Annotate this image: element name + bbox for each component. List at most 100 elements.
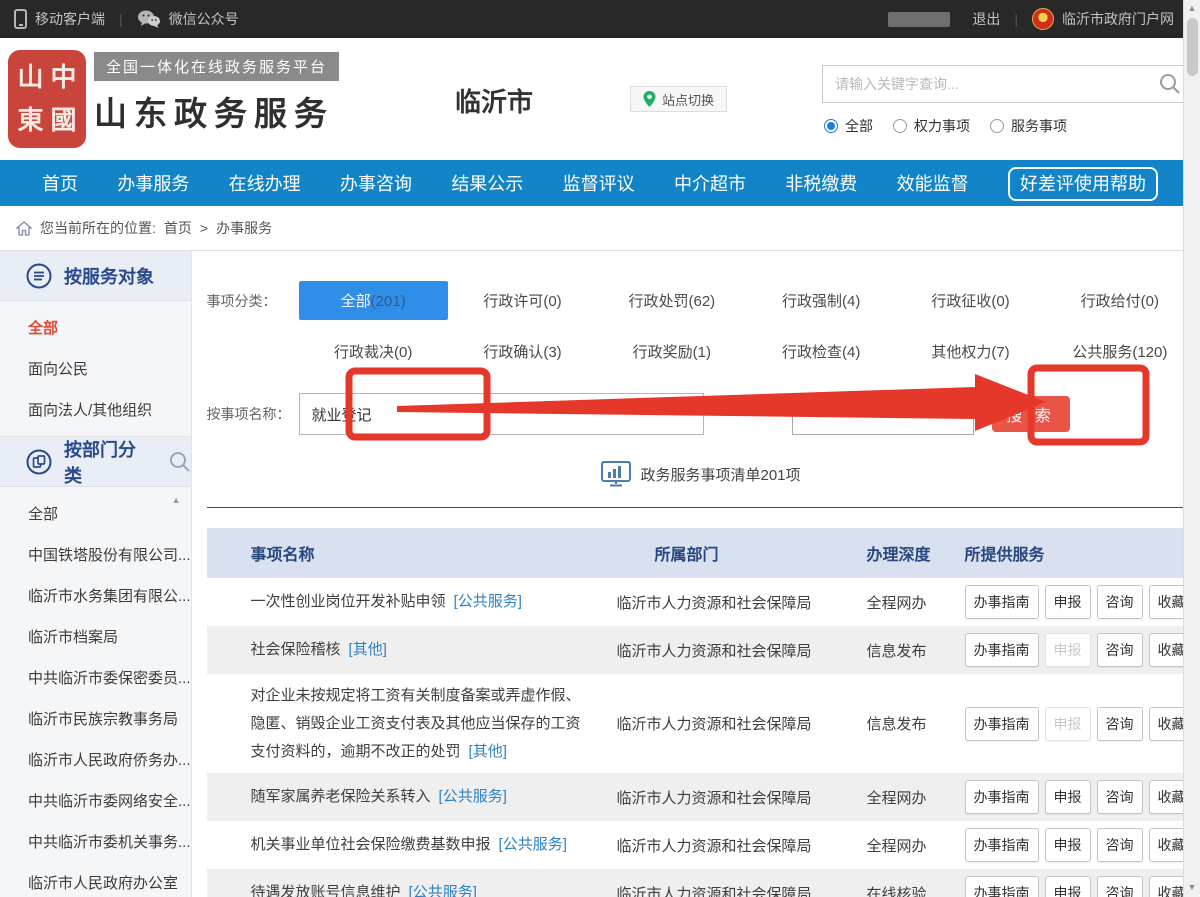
- cell-processing-depth: 信息发布: [867, 640, 965, 661]
- service-button-1[interactable]: 申报: [1045, 585, 1091, 619]
- cell-department: 临沂市人力资源和社会保障局: [615, 592, 867, 613]
- department-item-5[interactable]: 临沂市民族宗教事务局: [0, 698, 191, 739]
- category-tab-9[interactable]: 行政检查(4): [747, 332, 896, 371]
- category-tab-10[interactable]: 其他权力(7): [896, 332, 1045, 371]
- service-button-0[interactable]: 办事指南: [965, 585, 1039, 619]
- item-name-text[interactable]: 随军家属养老保险关系转入: [251, 788, 431, 805]
- department-item-8[interactable]: 中共临沂市委机关事务...: [0, 821, 191, 862]
- scrollbar-thumb[interactable]: [1187, 18, 1198, 76]
- breadcrumb-home[interactable]: 首页: [164, 218, 192, 238]
- item-name-text[interactable]: 对企业未按规定将工资有关制度备案或弄虚作假、隐匿、销毁企业工资支付表及其他应当保…: [251, 687, 581, 760]
- service-target-item-2[interactable]: 面向法人/其他组织: [0, 389, 191, 430]
- radio-label: 全部: [845, 116, 873, 136]
- department-item-1[interactable]: 中国铁塔股份有限公司...: [0, 534, 191, 575]
- list-summary-text: 政务服务事项清单201项: [641, 464, 801, 485]
- service-button-1[interactable]: 申报: [1045, 828, 1091, 862]
- department-search-icon[interactable]: [169, 451, 191, 473]
- mobile-client-link[interactable]: 移动客户端: [14, 9, 105, 29]
- sidebar-header-department[interactable]: 按部门分类: [0, 437, 191, 487]
- nav-item-label: 结果公示: [451, 174, 523, 194]
- category-tab-0[interactable]: 全部(201): [299, 281, 448, 320]
- search-icon[interactable]: [1159, 73, 1181, 95]
- category-tab-8[interactable]: 行政奖励(1): [597, 332, 746, 371]
- service-button-2[interactable]: 咨询: [1097, 585, 1143, 619]
- nav-item-7[interactable]: 非税缴费: [785, 170, 857, 196]
- nav-item-4[interactable]: 结果公示: [451, 170, 523, 196]
- department-item-0[interactable]: 全部: [0, 493, 191, 534]
- category-tab-1[interactable]: 行政许可(0): [448, 281, 597, 320]
- department-item-4[interactable]: 中共临沂市委保密委员...: [0, 657, 191, 698]
- service-button-2[interactable]: 咨询: [1097, 780, 1143, 814]
- service-button-2[interactable]: 咨询: [1097, 633, 1143, 667]
- department-item-6[interactable]: 临沂市人民政府侨务办...: [0, 739, 191, 780]
- nav-item-0[interactable]: 首页: [42, 170, 78, 196]
- page-scrollbar[interactable]: ▲ ▼: [1183, 0, 1200, 897]
- item-category-tag[interactable]: [其他]: [349, 641, 387, 658]
- service-button-0[interactable]: 办事指南: [965, 876, 1039, 897]
- service-button-2[interactable]: 咨询: [1097, 707, 1143, 741]
- service-button-2[interactable]: 咨询: [1097, 828, 1143, 862]
- category-tab-3[interactable]: 行政强制(4): [747, 281, 896, 320]
- category-tab-11[interactable]: 公共服务(120): [1045, 332, 1194, 371]
- service-button-2[interactable]: 咨询: [1097, 876, 1143, 897]
- breadcrumb-current[interactable]: 办事服务: [216, 218, 272, 238]
- category-tab-4[interactable]: 行政征收(0): [896, 281, 1045, 320]
- nav-item-6[interactable]: 中介超市: [674, 170, 746, 196]
- service-button-0[interactable]: 办事指南: [965, 707, 1039, 741]
- category-tab-7[interactable]: 行政确认(3): [448, 332, 597, 371]
- service-target-item-0[interactable]: 全部: [0, 307, 191, 348]
- portal-link[interactable]: 临沂市政府门户网: [1062, 9, 1174, 29]
- category-tab-2[interactable]: 行政处罚(62): [597, 281, 746, 320]
- item-category-tag[interactable]: [公共服务]: [439, 788, 507, 805]
- category-tab-5[interactable]: 行政给付(0): [1045, 281, 1194, 320]
- item-name-text[interactable]: 机关事业单位社会保险缴费基数申报: [251, 836, 491, 853]
- department-list: ▲ 全部中国铁塔股份有限公司...临沂市水务集团有限公...临沂市档案局中共临沂…: [0, 487, 191, 897]
- service-target-item-1[interactable]: 面向公民: [0, 348, 191, 389]
- logout-link[interactable]: 退出: [972, 9, 1000, 29]
- nav-item-2[interactable]: 在线办理: [229, 170, 301, 196]
- nav-item-5[interactable]: 监督评议: [563, 170, 635, 196]
- department-filter-input[interactable]: [792, 393, 974, 435]
- nav-item-8[interactable]: 效能监督: [897, 170, 969, 196]
- site-logo[interactable]: 山中東國 全国一体化在线政务服务平台 山东政务服务: [10, 52, 339, 146]
- department-item-3[interactable]: 临沂市档案局: [0, 616, 191, 657]
- wechat-link[interactable]: 微信公众号: [137, 9, 239, 29]
- department-list-scroll-up-icon[interactable]: ▲: [172, 495, 181, 505]
- item-category-tag[interactable]: [公共服务]: [454, 593, 522, 610]
- scrollbar-down-icon[interactable]: ▼: [1188, 879, 1197, 895]
- service-button-1: 申报: [1045, 633, 1091, 667]
- item-name-text[interactable]: 待遇发放账号信息维护: [251, 884, 401, 897]
- search-scope-radio-1[interactable]: 权力事项: [893, 116, 970, 136]
- search-scope-radio-2[interactable]: 服务事项: [990, 116, 1067, 136]
- item-name-text[interactable]: 一次性创业岗位开发补贴申领: [251, 593, 446, 610]
- item-category-tag[interactable]: [其他]: [469, 743, 507, 760]
- service-button-0[interactable]: 办事指南: [965, 633, 1039, 667]
- nav-item-1[interactable]: 办事服务: [117, 170, 189, 196]
- service-button-0[interactable]: 办事指南: [965, 780, 1039, 814]
- site-switch-button[interactable]: 站点切换: [630, 86, 727, 112]
- item-name-input[interactable]: [299, 393, 704, 435]
- department-item-9[interactable]: 临沂市人民政府办公室: [0, 862, 191, 897]
- item-name-text[interactable]: 社会保险稽核: [251, 641, 341, 658]
- department-item-7[interactable]: 中共临沂市委网络安全...: [0, 780, 191, 821]
- category-tab-label: 行政强制: [782, 293, 842, 310]
- cell-services: 办事指南申报咨询收藏: [965, 633, 1195, 667]
- search-scope-radio-0[interactable]: 全部: [824, 116, 873, 136]
- item-category-tag[interactable]: [公共服务]: [409, 884, 477, 897]
- service-button-0[interactable]: 办事指南: [965, 828, 1039, 862]
- department-item-2[interactable]: 临沂市水务集团有限公...: [0, 575, 191, 616]
- search-button[interactable]: 搜 索: [992, 396, 1070, 432]
- category-tab-6[interactable]: 行政裁决(0): [299, 332, 448, 371]
- nav-item-3[interactable]: 办事咨询: [340, 170, 412, 196]
- service-button-1[interactable]: 申报: [1045, 876, 1091, 897]
- item-category-tag[interactable]: [公共服务]: [499, 836, 567, 853]
- scrollbar-up-icon[interactable]: ▲: [1188, 0, 1197, 16]
- category-tab-count: (4): [842, 344, 860, 361]
- sidebar-header-service-target[interactable]: 按服务对象: [0, 251, 191, 301]
- nav-item-9[interactable]: 好差评使用帮助: [1008, 170, 1158, 196]
- service-button-1[interactable]: 申报: [1045, 780, 1091, 814]
- radio-dot-icon: [893, 119, 907, 133]
- header-search-input[interactable]: [823, 76, 1159, 92]
- cell-item-name: 机关事业单位社会保险缴费基数申报 [公共服务]: [237, 829, 615, 861]
- department-icon: [26, 449, 52, 475]
